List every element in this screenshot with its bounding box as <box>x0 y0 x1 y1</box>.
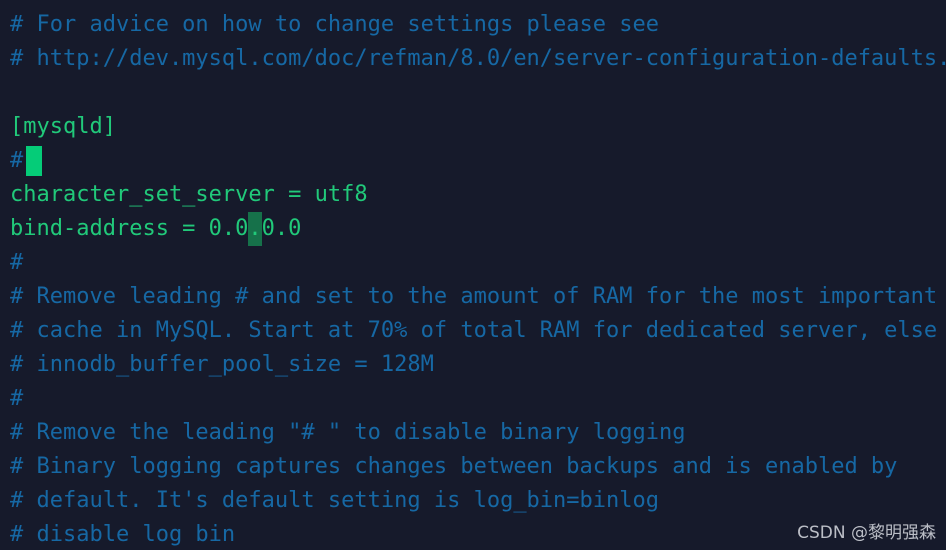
code-text: [mysqld] <box>10 114 116 139</box>
code-line[interactable]: # default. It's default setting is log_b… <box>10 484 946 518</box>
code-text: bind-address = 0.0 <box>10 216 249 241</box>
code-line[interactable]: # For advice on how to change settings p… <box>10 8 946 42</box>
text-cursor <box>26 146 42 176</box>
code-line[interactable]: # Remove the leading "# " to disable bin… <box>10 416 946 450</box>
code-text: # default. It's default setting is log_b… <box>10 488 660 513</box>
code-text: # Remove the leading "# " to disable bin… <box>10 420 686 445</box>
code-line[interactable]: bind-address = 0.0.0.0 <box>10 212 946 246</box>
code-text: # <box>10 148 24 173</box>
code-line[interactable] <box>10 76 946 110</box>
code-text: # Binary logging captures changes betwee… <box>10 454 898 479</box>
code-line[interactable]: # Binary logging captures changes betwee… <box>10 450 946 484</box>
code-line[interactable]: # Remove leading # and set to the amount… <box>10 280 946 314</box>
code-text: # For advice on how to change settings p… <box>10 12 660 37</box>
code-text: # innodb_buffer_pool_size = 128M <box>10 352 434 377</box>
code-line[interactable]: # <box>10 382 946 416</box>
code-line[interactable]: # <box>10 144 946 178</box>
search-match-highlight: . <box>248 212 262 246</box>
code-line[interactable]: character_set_server = utf8 <box>10 178 946 212</box>
code-text: # <box>10 250 24 275</box>
code-line[interactable]: # http://dev.mysql.com/doc/refman/8.0/en… <box>10 42 946 76</box>
code-line[interactable]: # innodb_buffer_pool_size = 128M <box>10 348 946 382</box>
code-text: 0.0 <box>261 216 302 241</box>
code-text: # <box>10 386 24 411</box>
code-text: # cache in MySQL. Start at 70% of total … <box>10 318 946 343</box>
code-editor[interactable]: # For advice on how to change settings p… <box>0 0 946 550</box>
code-text: # http://dev.mysql.com/doc/refman/8.0/en… <box>10 46 946 71</box>
code-line-list[interactable]: # For advice on how to change settings p… <box>10 8 946 550</box>
code-text: # Remove leading # and set to the amount… <box>10 284 946 309</box>
code-text: # disable log bin <box>10 522 236 547</box>
code-line[interactable]: [mysqld] <box>10 110 946 144</box>
code-line[interactable]: # cache in MySQL. Start at 70% of total … <box>10 314 946 348</box>
csdn-watermark: CSDN @黎明强森 <box>797 523 936 543</box>
code-text: character_set_server = utf8 <box>10 182 368 207</box>
code-line[interactable]: # <box>10 246 946 280</box>
